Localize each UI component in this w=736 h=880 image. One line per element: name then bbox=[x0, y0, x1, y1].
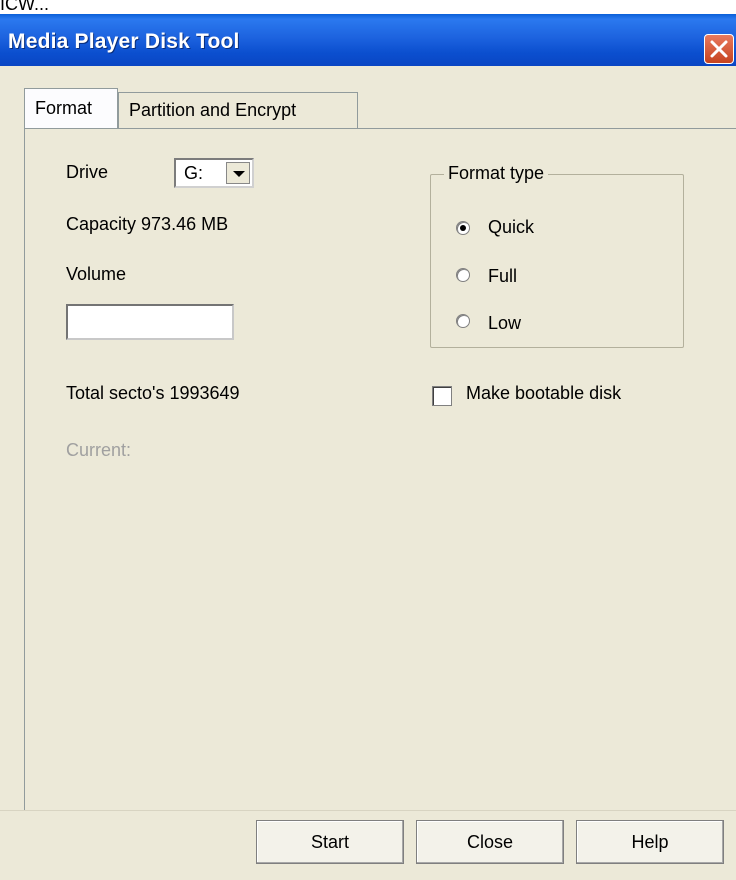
top-text-fragment: ICW... bbox=[0, 0, 49, 14]
tab-partition-and-encrypt[interactable]: Partition and Encrypt bbox=[118, 92, 358, 128]
capacity-text: Capacity 973.46 MB bbox=[66, 214, 229, 234]
tab-format[interactable]: Format bbox=[24, 88, 118, 128]
drive-label: Drive bbox=[66, 162, 109, 182]
tab-format-label: Format bbox=[35, 98, 93, 118]
radio-selected-dot bbox=[460, 225, 466, 231]
tab-partition-label: Partition and Encrypt bbox=[129, 100, 297, 120]
format-type-title: Format type bbox=[444, 163, 549, 184]
divider bbox=[0, 810, 736, 811]
close-icon bbox=[710, 40, 728, 58]
close-button[interactable]: Close bbox=[416, 820, 564, 864]
radio-low-label[interactable]: Low bbox=[488, 313, 521, 334]
close-window-button[interactable] bbox=[704, 34, 734, 64]
volume-input[interactable] bbox=[66, 304, 234, 340]
radio-full-label[interactable]: Full bbox=[488, 266, 517, 287]
chevron-down-icon[interactable] bbox=[226, 162, 250, 184]
title-bar[interactable]: Media Player Disk Tool bbox=[0, 14, 736, 66]
make-bootable-label[interactable]: Make bootable disk bbox=[466, 383, 621, 404]
radio-quick[interactable] bbox=[456, 221, 470, 235]
help-button[interactable]: Help bbox=[576, 820, 724, 864]
radio-full[interactable] bbox=[456, 268, 470, 282]
current-text: Current: bbox=[66, 440, 132, 460]
drive-dropdown[interactable]: G: bbox=[174, 158, 254, 188]
top-strip: ICW... bbox=[0, 0, 736, 14]
volume-label: Volume bbox=[66, 264, 127, 284]
drive-dropdown-value: G: bbox=[184, 163, 204, 183]
make-bootable-checkbox[interactable] bbox=[432, 386, 452, 406]
start-button[interactable]: Start bbox=[256, 820, 404, 864]
radio-quick-label[interactable]: Quick bbox=[488, 217, 534, 238]
radio-low[interactable] bbox=[456, 314, 470, 328]
total-sectors-text: Total secto's 1993649 bbox=[66, 383, 240, 403]
window-title: Media Player Disk Tool bbox=[8, 30, 240, 53]
